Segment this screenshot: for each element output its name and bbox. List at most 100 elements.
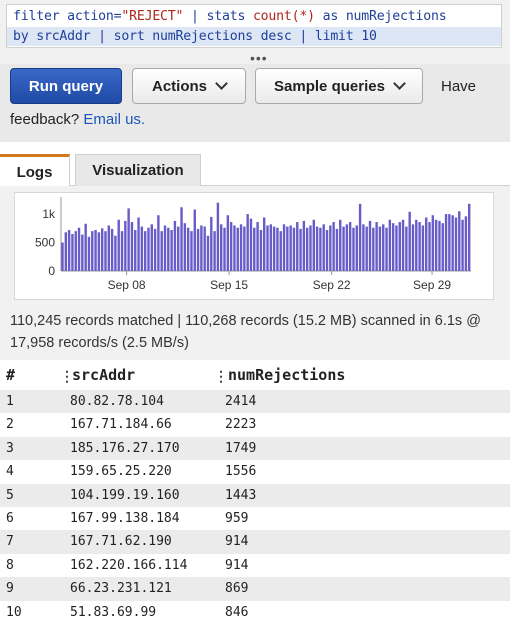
table-row[interactable]: 10 51.83.69.99 846: [0, 600, 510, 624]
histogram-bar[interactable]: [458, 211, 461, 271]
histogram-bar[interactable]: [299, 228, 302, 271]
histogram-bar[interactable]: [276, 227, 279, 271]
histogram-bar[interactable]: [196, 228, 200, 271]
histogram-bar[interactable]: [425, 217, 428, 271]
histogram-bar[interactable]: [345, 224, 349, 271]
sample-queries-dropdown[interactable]: Sample queries: [255, 68, 423, 104]
histogram-bar[interactable]: [408, 211, 411, 271]
histogram-bar[interactable]: [167, 227, 170, 271]
histogram-bar[interactable]: [190, 231, 193, 271]
histogram-bar[interactable]: [269, 224, 273, 271]
histogram-bar[interactable]: [401, 219, 405, 271]
histogram-bar[interactable]: [319, 227, 322, 271]
histogram-bar[interactable]: [200, 225, 203, 271]
histogram-bar[interactable]: [61, 242, 64, 271]
histogram-bar[interactable]: [114, 235, 117, 271]
histogram-bar[interactable]: [91, 231, 94, 271]
histogram-bar[interactable]: [372, 227, 375, 271]
histogram-bar[interactable]: [315, 226, 319, 271]
histogram-bar[interactable]: [160, 231, 163, 271]
run-query-button[interactable]: Run query: [10, 68, 122, 104]
histogram-bar[interactable]: [355, 225, 358, 271]
table-row[interactable]: 2 167.71.184.66 2223: [0, 413, 510, 437]
histogram-bar[interactable]: [322, 224, 325, 271]
histogram-bar[interactable]: [226, 215, 230, 271]
histogram-bar[interactable]: [216, 202, 220, 271]
histogram-bar[interactable]: [461, 219, 464, 271]
table-row[interactable]: 7 167.71.62.190 914: [0, 530, 510, 554]
table-row[interactable]: 5 104.199.19.160 1443: [0, 483, 510, 507]
histogram-bar[interactable]: [117, 219, 120, 271]
histogram-bar[interactable]: [233, 225, 236, 271]
histogram-bar[interactable]: [358, 203, 362, 271]
histogram-bar[interactable]: [249, 218, 253, 271]
histogram-bar[interactable]: [97, 232, 101, 271]
histogram-bar[interactable]: [84, 223, 87, 271]
histogram-bar[interactable]: [243, 226, 246, 271]
histogram-bar[interactable]: [183, 223, 187, 271]
histogram-bar[interactable]: [220, 224, 223, 271]
actions-dropdown[interactable]: Actions: [132, 68, 246, 104]
histogram-bar[interactable]: [186, 227, 190, 271]
histogram-bar[interactable]: [150, 224, 153, 271]
histogram-bar[interactable]: [438, 220, 441, 271]
histogram-bar[interactable]: [143, 231, 147, 271]
table-row[interactable]: 8 162.220.166.114 914: [0, 553, 510, 578]
histogram-bar[interactable]: [296, 222, 299, 271]
histogram-bar[interactable]: [170, 230, 173, 271]
histogram-bar[interactable]: [100, 228, 104, 271]
histogram-bar[interactable]: [210, 216, 213, 271]
histogram-bar[interactable]: [348, 222, 352, 271]
histogram-bar[interactable]: [134, 230, 137, 271]
histogram-bar[interactable]: [246, 214, 249, 271]
histogram-bar[interactable]: [203, 226, 206, 271]
histogram-bar[interactable]: [74, 231, 77, 271]
histogram-bar[interactable]: [388, 219, 392, 271]
histogram-bar[interactable]: [454, 217, 458, 271]
histogram-bar[interactable]: [173, 220, 177, 271]
histogram-bar[interactable]: [385, 227, 388, 271]
histogram-bar[interactable]: [64, 232, 68, 271]
histogram-bar[interactable]: [467, 203, 471, 271]
histogram-bar[interactable]: [87, 236, 91, 271]
histogram-bar[interactable]: [253, 227, 256, 271]
histogram-bar[interactable]: [391, 223, 395, 271]
table-row[interactable]: 4 159.65.25.220 1556: [0, 460, 510, 484]
histogram-bar[interactable]: [206, 235, 210, 271]
histogram-bar[interactable]: [339, 219, 342, 271]
histogram-bar[interactable]: [223, 227, 226, 271]
histogram-bar[interactable]: [127, 208, 130, 271]
histogram-bar[interactable]: [329, 225, 332, 271]
histogram-bar[interactable]: [289, 225, 292, 271]
histogram-bar[interactable]: [94, 230, 97, 271]
histogram-bar[interactable]: [77, 227, 81, 271]
table-row[interactable]: 9 66.23.231.121 869: [0, 577, 510, 601]
histogram-bar[interactable]: [395, 225, 398, 271]
histogram-bar[interactable]: [365, 226, 368, 271]
column-resize-handle-icon[interactable]: ⋮: [214, 368, 228, 385]
histogram-bar[interactable]: [282, 224, 286, 271]
histogram-bar[interactable]: [415, 219, 418, 271]
histogram-bar[interactable]: [272, 226, 276, 271]
histogram-bar[interactable]: [305, 227, 309, 271]
histogram-bar[interactable]: [229, 222, 233, 271]
histogram-bar[interactable]: [428, 222, 431, 271]
email-us-link[interactable]: Email us.: [83, 111, 145, 128]
histogram-bar[interactable]: [398, 222, 401, 271]
histogram-bar[interactable]: [405, 226, 408, 271]
histogram-bar[interactable]: [368, 220, 372, 271]
histogram-bar[interactable]: [335, 228, 339, 271]
histogram-bar[interactable]: [81, 234, 84, 271]
histogram-bar[interactable]: [302, 220, 306, 271]
column-header-numrejections[interactable]: numRejections: [228, 366, 345, 384]
histogram-bar[interactable]: [157, 215, 160, 271]
histogram-bar[interactable]: [362, 224, 365, 271]
histogram-bar[interactable]: [193, 209, 196, 271]
histogram-bar[interactable]: [352, 227, 355, 271]
histogram-bar[interactable]: [309, 225, 312, 271]
histogram-bar[interactable]: [236, 227, 239, 271]
histogram-bar[interactable]: [464, 216, 468, 271]
histogram-bar[interactable]: [180, 207, 183, 271]
histogram-bar[interactable]: [342, 226, 345, 271]
histogram-bar[interactable]: [378, 226, 382, 271]
